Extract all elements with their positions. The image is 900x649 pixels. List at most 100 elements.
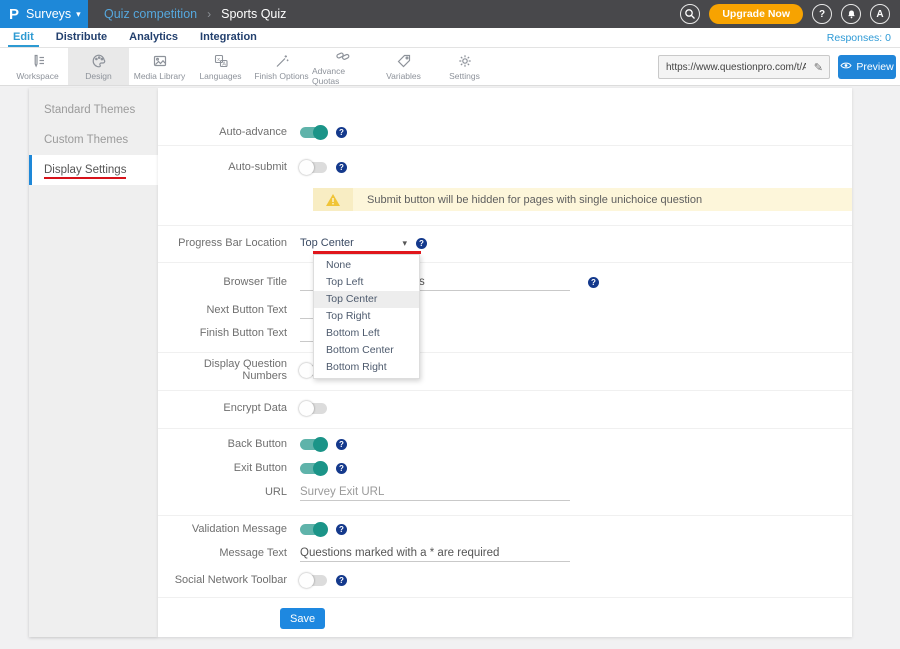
help-icon[interactable]: ?: [336, 463, 347, 474]
tab-edit[interactable]: Edit: [8, 28, 39, 47]
help-icon[interactable]: ?: [336, 127, 347, 138]
social-network-toolbar-toggle[interactable]: [300, 575, 327, 586]
message-text-label: Message Text: [158, 547, 300, 559]
back-button-label: Back Button: [158, 438, 300, 450]
tab-analytics[interactable]: Analytics: [124, 28, 183, 47]
setting-row-next-button-text: Next Button Text: [158, 302, 852, 318]
help-icon[interactable]: ?: [416, 238, 427, 249]
share-url-field: ✎: [658, 55, 830, 79]
help-icon[interactable]: ?: [336, 439, 347, 450]
auto-submit-toggle[interactable]: [300, 162, 327, 173]
account-avatar[interactable]: A: [870, 4, 890, 24]
share-url-input[interactable]: [659, 62, 808, 73]
menu-option-top-left[interactable]: Top Left: [314, 274, 419, 291]
themes-sidebar: Standard Themes Custom Themes Display Se…: [29, 88, 158, 637]
toolbar-item-design[interactable]: Design: [68, 48, 129, 85]
progress-bar-location-label: Progress Bar Location: [158, 237, 300, 249]
help-icon[interactable]: ?: [336, 162, 347, 173]
setting-row-exit-button: Exit Button ?: [158, 460, 852, 476]
social-network-toolbar-label: Social Network Toolbar: [158, 574, 300, 586]
responses-count[interactable]: Responses: 0: [827, 28, 891, 48]
sidebar-item-custom-themes[interactable]: Custom Themes: [29, 125, 158, 155]
toolbar-item-workspace[interactable]: Workspace: [7, 48, 68, 85]
toolbar-item-advance-quotas[interactable]: Advance Quotas: [312, 48, 373, 85]
menu-option-top-center[interactable]: Top Center: [314, 291, 419, 308]
help-icon[interactable]: ?: [336, 524, 347, 535]
preview-button[interactable]: Preview: [838, 55, 896, 79]
surveys-menu-label: Surveys: [26, 7, 71, 21]
setting-row-auto-advance: Auto-advance ?: [158, 124, 852, 140]
media-library-icon: [152, 53, 168, 69]
exit-url-input[interactable]: [300, 484, 570, 501]
warning-triangle-icon: [313, 188, 353, 211]
menu-option-top-right[interactable]: Top Right: [314, 308, 419, 325]
toolbar-item-finish-options[interactable]: Finish Options: [251, 48, 312, 85]
menu-option-none[interactable]: None: [314, 257, 419, 274]
validation-message-toggle[interactable]: [300, 524, 327, 535]
warning-text: Submit button will be hidden for pages w…: [353, 194, 702, 206]
advance-quotas-links-icon: [335, 48, 351, 64]
tab-distribute[interactable]: Distribute: [51, 28, 112, 47]
help-circle-icon[interactable]: ?: [812, 4, 832, 24]
menu-option-bottom-center[interactable]: Bottom Center: [314, 342, 419, 359]
progress-bar-location-menu: None Top Left Top Center Top Right Botto…: [313, 254, 420, 379]
toolbar-item-settings[interactable]: Settings: [434, 48, 495, 85]
setting-row-encrypt-data: Encrypt Data: [158, 400, 852, 416]
exit-url-label: URL: [158, 486, 300, 498]
setting-row-back-button: Back Button ?: [158, 436, 852, 452]
back-button-toggle[interactable]: [300, 439, 327, 450]
help-icon[interactable]: ?: [588, 277, 599, 288]
setting-row-progress-bar-location: Progress Bar Location Top Center ▾ ?: [158, 235, 852, 251]
breadcrumb-parent[interactable]: Quiz competition: [104, 7, 197, 21]
help-icon[interactable]: ?: [336, 575, 347, 586]
upgrade-now-button[interactable]: Upgrade Now: [709, 4, 803, 24]
message-text-input[interactable]: [300, 545, 570, 562]
edit-url-pencil-icon[interactable]: ✎: [808, 61, 829, 74]
sidebar-item-display-settings[interactable]: Display Settings: [29, 155, 158, 185]
toolbar-item-languages[interactable]: xA Languages: [190, 48, 251, 85]
menu-option-bottom-left[interactable]: Bottom Left: [314, 325, 419, 342]
select-value: Top Center: [300, 237, 354, 249]
auto-submit-label: Auto-submit: [158, 161, 300, 173]
setting-row-browser-title: Browser Title: [158, 274, 852, 290]
validation-message-label: Validation Message: [158, 523, 300, 535]
exit-button-label: Exit Button: [158, 462, 300, 474]
toolbar-item-media-library[interactable]: Media Library: [129, 48, 190, 85]
display-question-numbers-label: Display Question Numbers: [158, 358, 300, 382]
exit-button-toggle[interactable]: [300, 463, 327, 474]
settings-gear-icon: [457, 53, 473, 69]
nav-tabs-row: Edit Distribute Analytics Integration Re…: [0, 28, 900, 48]
eye-icon: [840, 61, 852, 73]
next-button-text-label: Next Button Text: [158, 304, 300, 316]
encrypt-data-toggle[interactable]: [300, 403, 327, 414]
progress-bar-location-select[interactable]: Top Center ▾: [300, 235, 407, 251]
finish-button-text-label: Finish Button Text: [158, 327, 300, 339]
annotation-red-underline-select: [313, 251, 421, 254]
menu-option-bottom-right[interactable]: Bottom Right: [314, 359, 419, 376]
svg-text:A: A: [222, 61, 226, 67]
setting-row-finish-button-text: Finish Button Text: [158, 325, 852, 341]
toolbar-item-variables[interactable]: Variables: [373, 48, 434, 85]
questionpro-logo-icon: P: [9, 6, 19, 23]
setting-row-display-question-numbers: Display Question Numbers: [158, 362, 852, 378]
auto-advance-label: Auto-advance: [158, 126, 300, 138]
setting-row-social-network-toolbar: Social Network Toolbar ?: [158, 572, 852, 588]
breadcrumb-current: Sports Quiz: [221, 7, 286, 21]
brand-surveys-menu[interactable]: P Surveys ▾: [0, 0, 88, 28]
notifications-bell-icon[interactable]: [841, 4, 861, 24]
breadcrumb: Quiz competition › Sports Quiz: [104, 0, 286, 28]
design-palette-icon: [91, 53, 107, 69]
auto-advance-toggle[interactable]: [300, 127, 327, 138]
breadcrumb-separator-icon: ›: [207, 7, 211, 21]
tab-integration[interactable]: Integration: [195, 28, 262, 47]
search-icon[interactable]: [680, 4, 700, 24]
save-button[interactable]: Save: [280, 608, 325, 629]
setting-row-auto-submit: Auto-submit ?: [158, 159, 852, 175]
languages-icon: xA: [213, 53, 229, 69]
finish-options-wand-icon: [274, 53, 290, 69]
setting-row-message-text: Message Text: [158, 545, 852, 561]
sidebar-item-standard-themes[interactable]: Standard Themes: [29, 95, 158, 125]
svg-text:x: x: [217, 57, 220, 63]
design-toolbar: Workspace Design Media Library xA Langua…: [0, 48, 900, 86]
setting-row-validation-message: Validation Message ?: [158, 521, 852, 537]
